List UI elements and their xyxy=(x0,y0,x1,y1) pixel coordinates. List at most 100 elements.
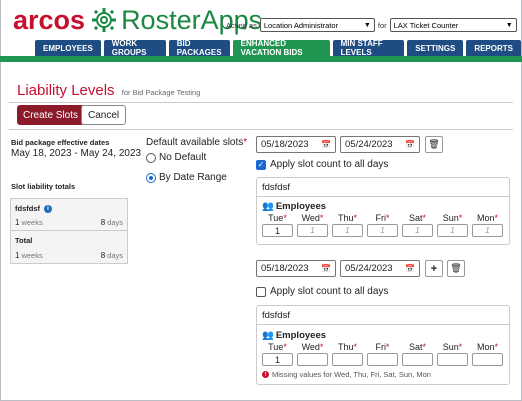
chevron-down-icon: ▼ xyxy=(505,21,513,29)
group-name: fdsfdsf xyxy=(15,204,40,213)
alert-icon: ! xyxy=(262,371,269,378)
required-mark: * xyxy=(243,137,248,148)
weeks-value: 1 xyxy=(15,218,20,227)
radio-icon[interactable] xyxy=(146,152,156,163)
for-label: for xyxy=(377,20,387,30)
days-value: 8 xyxy=(100,218,106,227)
day-input[interactable]: 1 xyxy=(437,224,468,237)
cancel-button[interactable]: Cancel xyxy=(81,105,127,125)
calendar-icon[interactable]: 📅 xyxy=(321,264,331,273)
day-input[interactable] xyxy=(437,353,468,366)
tab-bid-packages[interactable]: BID PACKAGES xyxy=(168,39,230,57)
calendar-icon[interactable]: 📅 xyxy=(321,140,331,149)
delete-range-button[interactable]: 🗑 xyxy=(425,136,443,153)
day-input[interactable] xyxy=(367,353,398,366)
day-col: Fri* 1 xyxy=(367,213,398,237)
day-label: Fri xyxy=(375,213,386,223)
acting-as-label: Acting as xyxy=(226,20,257,30)
day-input[interactable] xyxy=(472,353,503,366)
plus-icon: + xyxy=(430,262,438,275)
day-label: Sun xyxy=(442,342,459,352)
tab-employees[interactable]: EMPLOYEES xyxy=(35,40,101,56)
checkbox-label: Apply slot count to all days xyxy=(270,286,389,297)
tab-settings[interactable]: SETTINGS xyxy=(407,40,464,56)
location-select[interactable]: LAX Ticket Counter ▼ xyxy=(389,18,517,32)
day-col: Wed* xyxy=(297,342,328,366)
tab-min-staff-levels[interactable]: MIN STAFF LEVELS xyxy=(332,39,405,57)
radio-by-date-range[interactable]: By Date Range xyxy=(146,172,227,183)
divider xyxy=(9,129,513,130)
calendar-icon[interactable]: 📅 xyxy=(405,140,415,149)
page-title: Liability Levels for Bid Package Testing xyxy=(17,82,200,99)
total-name: Total xyxy=(15,236,33,245)
radio-no-default[interactable]: No Default xyxy=(146,152,206,163)
date-value: 05/18/2023 xyxy=(261,263,309,274)
group-name: fdsfdsf xyxy=(257,306,509,325)
radio-label: No Default xyxy=(159,152,207,163)
missing-values-warning: ! Missing values for Wed, Thu, Fri, Sat,… xyxy=(262,370,431,379)
totals-total-values: 1 weeks 8 days xyxy=(11,247,127,263)
day-input[interactable]: 1 xyxy=(367,224,398,237)
info-icon[interactable]: i xyxy=(44,204,52,213)
day-label: Mon xyxy=(476,213,495,223)
main-content: Liability Levels for Bid Package Testing… xyxy=(0,62,522,401)
calendar-icon[interactable]: 📅 xyxy=(405,264,415,273)
range1-end-date[interactable]: 05/24/2023 📅 xyxy=(340,136,420,153)
tab-enhanced-vacation-bids[interactable]: ENHANCED VACATION BIDS xyxy=(232,39,330,57)
checkbox-checked-icon[interactable]: ✓ xyxy=(256,159,266,170)
range2-start-date[interactable]: 05/18/2023 📅 xyxy=(256,260,336,277)
default-slots-label: Default available slots* xyxy=(146,137,247,148)
day-input[interactable]: 1 xyxy=(262,353,293,366)
day-col: Wed* 1 xyxy=(297,213,328,237)
default-slots-text: Default available slots xyxy=(146,137,244,148)
trash-icon: 🗑 xyxy=(450,263,462,273)
day-label: Mon xyxy=(476,342,495,352)
tab-reports[interactable]: REPORTS xyxy=(466,40,521,56)
day-input[interactable]: 1 xyxy=(297,224,328,237)
day-col: Mon* 1 xyxy=(472,213,503,237)
totals-total-header: Total xyxy=(11,231,127,247)
day-col: Fri* xyxy=(367,342,398,366)
day-input[interactable]: 1 xyxy=(332,224,363,237)
range2-apply-all[interactable]: Apply slot count to all days xyxy=(256,286,388,297)
days-value: 8 xyxy=(100,250,106,260)
day-col: Sun* 1 xyxy=(437,213,468,237)
checkbox-label: Apply slot count to all days xyxy=(270,159,389,170)
day-col: Thu* 1 xyxy=(332,213,363,237)
trash-icon: 🗑 xyxy=(428,139,440,149)
range1-apply-all[interactable]: ✓ Apply slot count to all days xyxy=(256,159,388,170)
add-range-button[interactable]: + xyxy=(425,260,443,277)
day-input[interactable] xyxy=(402,353,433,366)
range2-end-date[interactable]: 05/24/2023 📅 xyxy=(340,260,420,277)
employees-label: Employees xyxy=(275,330,327,341)
day-input[interactable]: 1 xyxy=(472,224,503,237)
tab-work-groups[interactable]: WORK GROUPS xyxy=(103,39,166,57)
day-inputs: Tue* 1 Wed* 1 Thu* 1 Fri* 1 Sat* 1 Sun* 1 Mon*… xyxy=(262,213,503,237)
create-slots-button[interactable]: Create Slots xyxy=(17,105,85,125)
day-col: Tue* 1 xyxy=(262,213,293,237)
day-input[interactable] xyxy=(332,353,363,366)
radio-label: By Date Range xyxy=(159,172,227,183)
day-col: Sat* xyxy=(402,342,433,366)
radio-selected-icon[interactable] xyxy=(146,172,156,183)
delete-range-button[interactable]: 🗑 xyxy=(447,260,465,277)
page-subtitle: for Bid Package Testing xyxy=(121,88,201,97)
day-col: Sun* xyxy=(437,342,468,366)
days-unit: days xyxy=(107,218,123,227)
acting-as-bar: Acting as Location Administrator ▼ for L… xyxy=(226,18,517,32)
group-name: fdsfdsf xyxy=(257,178,509,197)
day-input[interactable]: 1 xyxy=(402,224,433,237)
employees-header: 👥 Employees xyxy=(262,201,326,212)
app-logo: arcos RosterApps xyxy=(13,4,262,36)
gear-logo-icon xyxy=(91,7,117,33)
day-input[interactable]: 1 xyxy=(262,224,293,237)
role-select[interactable]: Location Administrator ▼ xyxy=(259,18,375,32)
totals-group-values: 1 weeks 8 days xyxy=(11,215,127,231)
day-inputs: Tue* 1 Wed* Thu* Fri* Sat* Sun* Mon* xyxy=(262,342,503,366)
location-select-value: LAX Ticket Counter xyxy=(393,20,459,30)
checkbox-icon[interactable] xyxy=(256,286,266,297)
range1-start-date[interactable]: 05/18/2023 📅 xyxy=(256,136,336,153)
day-input[interactable] xyxy=(297,353,328,366)
day-label: Tue xyxy=(268,342,284,352)
day-label: Fri xyxy=(375,342,386,352)
